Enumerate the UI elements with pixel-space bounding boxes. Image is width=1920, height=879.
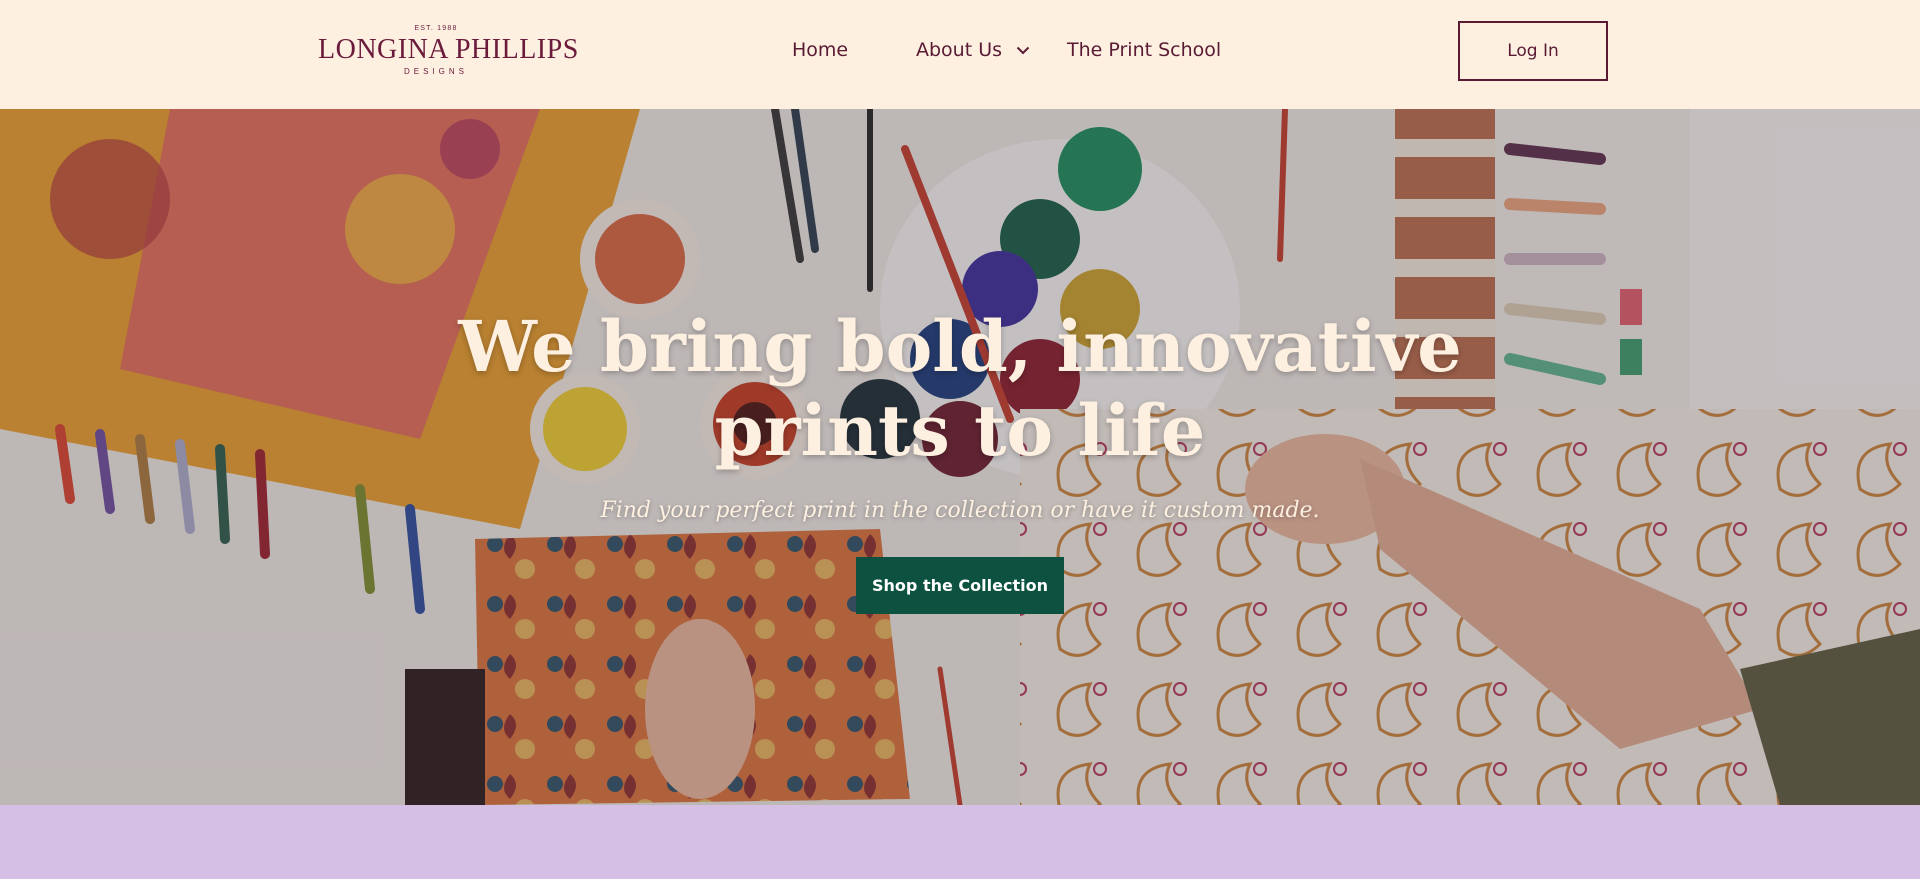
next-section-band [0, 805, 1920, 879]
shop-collection-button[interactable]: Shop the Collection [856, 557, 1064, 614]
nav-about-us[interactable]: About Us [916, 36, 1030, 64]
nav-about-label: About Us [916, 39, 1003, 61]
hero-section: We bring bold, innovative prints to life… [0, 109, 1920, 805]
logo-name: LONGINA PHILLIPS [318, 34, 579, 65]
nav-home[interactable]: Home [792, 36, 848, 64]
login-button[interactable]: Log In [1458, 21, 1608, 81]
site-header: EST. 1988 LONGINA PHILLIPS DESIGNS Home … [0, 0, 1920, 109]
chevron-down-icon[interactable] [1016, 35, 1030, 63]
hero-title: We bring bold, innovative prints to life [458, 305, 1462, 472]
brand-logo[interactable]: EST. 1988 LONGINA PHILLIPS DESIGNS [318, 24, 579, 80]
logo-est: EST. 1988 [414, 25, 458, 32]
logo-sub: DESIGNS [403, 67, 468, 76]
nav-print-school[interactable]: The Print School [1067, 36, 1221, 64]
hero-subtitle: Find your perfect print in the collectio… [600, 498, 1320, 523]
